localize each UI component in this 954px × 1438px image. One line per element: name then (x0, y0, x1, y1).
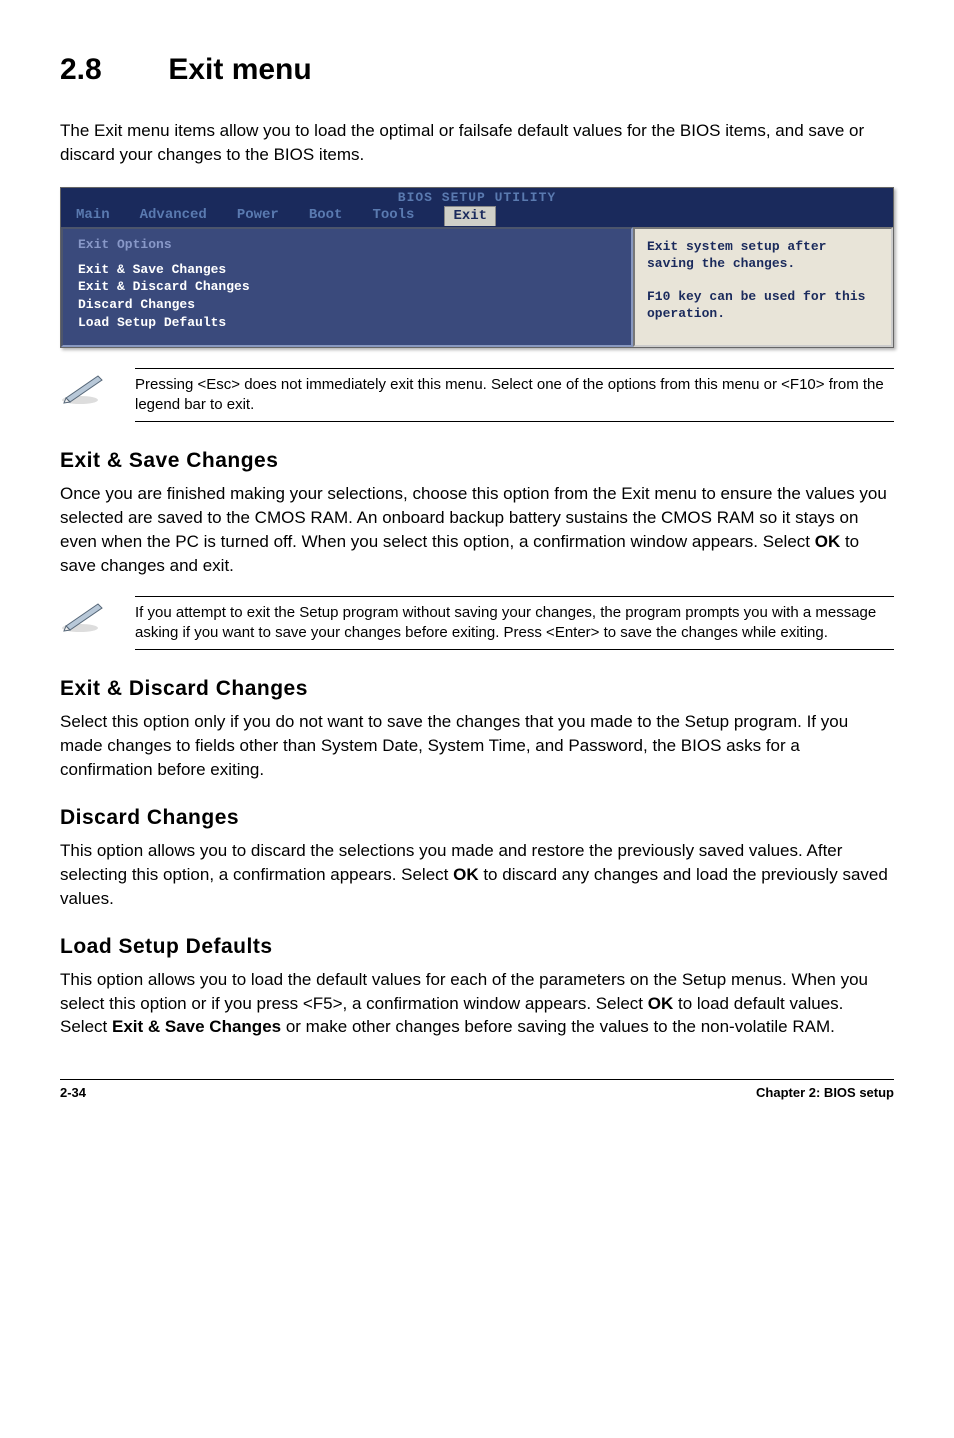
pencil-icon (60, 596, 110, 641)
bios-tab-bar: Main Advanced Power Boot Tools Exit (76, 206, 878, 226)
section-heading: 2.8 Exit menu (60, 50, 894, 89)
body-exit-discard: Select this option only if you do not wa… (60, 710, 894, 781)
bios-item-exit-save[interactable]: Exit & Save Changes (78, 262, 616, 279)
bios-item-exit-discard[interactable]: Exit & Discard Changes (78, 279, 616, 296)
chapter-label: Chapter 2: BIOS setup (756, 1085, 894, 1102)
intro-paragraph: The Exit menu items allow you to load th… (60, 119, 894, 167)
section-title: Exit menu (168, 53, 311, 86)
bios-left-heading: Exit Options (78, 237, 616, 254)
note-2: If you attempt to exit the Setup program… (60, 596, 894, 651)
bios-item-discard[interactable]: Discard Changes (78, 297, 616, 314)
page-number: 2-34 (60, 1085, 86, 1102)
bios-panel: BIOS SETUP UTILITY Main Advanced Power B… (60, 187, 894, 348)
bios-tab-main[interactable]: Main (76, 206, 110, 225)
note-1: Pressing <Esc> does not immediately exit… (60, 368, 894, 423)
bios-tab-boot[interactable]: Boot (309, 206, 343, 225)
heading-discard: Discard Changes (60, 804, 894, 831)
bios-body: Exit Options Exit & Save Changes Exit & … (61, 227, 893, 347)
body-exit-save: Once you are finished making your select… (60, 482, 894, 577)
bios-tab-tools[interactable]: Tools (372, 206, 414, 225)
body-discard: This option allows you to discard the se… (60, 839, 894, 910)
heading-load-defaults: Load Setup Defaults (60, 933, 894, 960)
heading-exit-save: Exit & Save Changes (60, 447, 894, 474)
bios-tab-exit[interactable]: Exit (444, 206, 496, 225)
note-2-text: If you attempt to exit the Setup program… (135, 596, 894, 651)
bios-tab-power[interactable]: Power (237, 206, 279, 225)
note-1-text: Pressing <Esc> does not immediately exit… (135, 368, 894, 423)
body-load-defaults: This option allows you to load the defau… (60, 968, 894, 1039)
bios-title: BIOS SETUP UTILITY (76, 190, 878, 207)
heading-exit-discard: Exit & Discard Changes (60, 675, 894, 702)
bios-item-load-defaults[interactable]: Load Setup Defaults (78, 315, 616, 332)
page-footer: 2-34 Chapter 2: BIOS setup (60, 1079, 894, 1102)
section-number: 2.8 (60, 50, 160, 89)
pencil-icon (60, 368, 110, 413)
bios-right-pane: Exit system setup after saving the chang… (633, 227, 893, 347)
bios-header: BIOS SETUP UTILITY Main Advanced Power B… (61, 188, 893, 227)
bios-tab-advanced[interactable]: Advanced (140, 206, 207, 225)
bios-left-pane: Exit Options Exit & Save Changes Exit & … (61, 227, 633, 347)
